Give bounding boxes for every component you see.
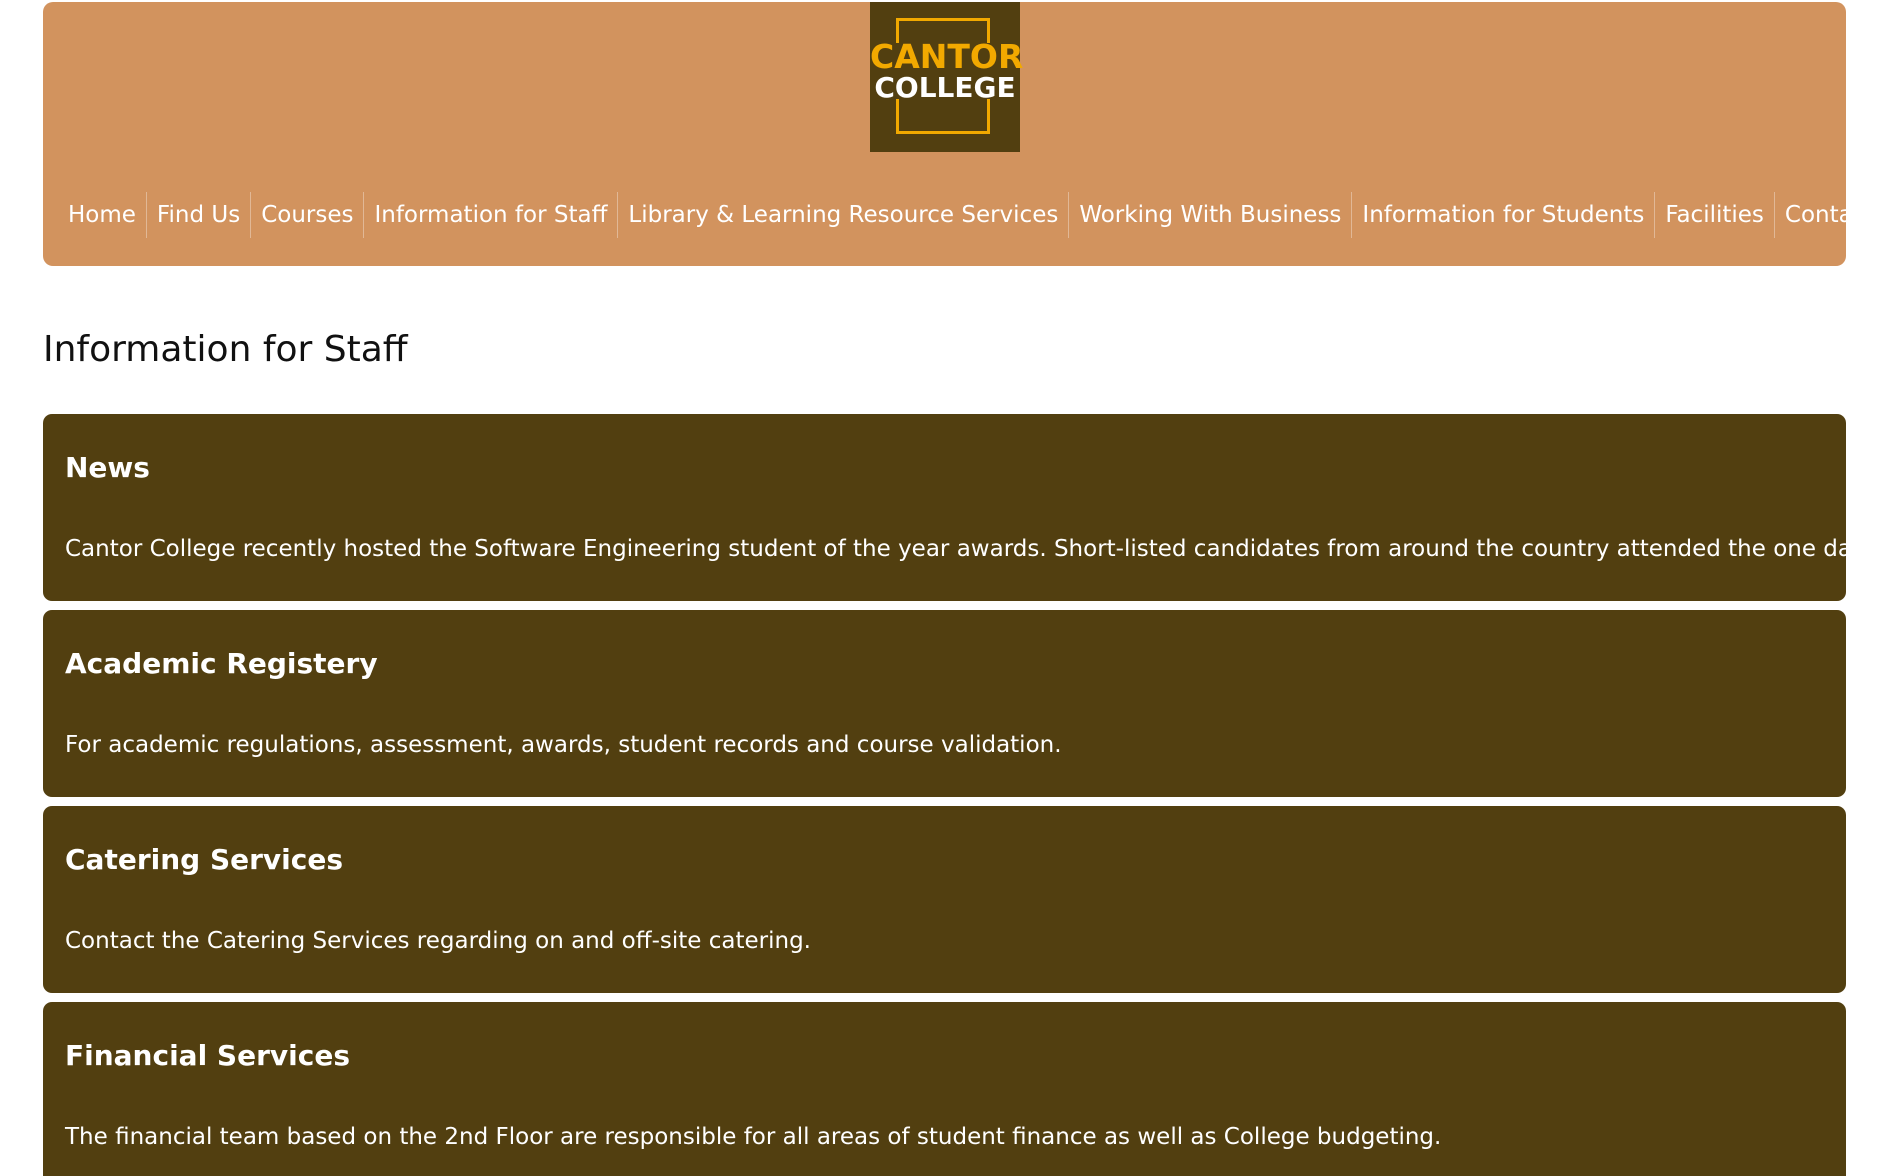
- card-title: News: [65, 451, 150, 484]
- nav-item-contact-us[interactable]: Contact Us: [1773, 192, 1891, 238]
- card-academic-registery: Academic Registery For academic regulati…: [43, 610, 1846, 797]
- card-catering-services: Catering Services Contact the Catering S…: [43, 806, 1846, 993]
- nav-item-information-for-students[interactable]: Information for Students: [1351, 192, 1654, 238]
- logo-text-college: COLLEGE: [874, 71, 1016, 104]
- card-title: Financial Services: [65, 1039, 350, 1072]
- nav-item-information-for-staff[interactable]: Information for Staff: [363, 192, 617, 238]
- card-text: The financial team based on the 2nd Floo…: [65, 1124, 1442, 1150]
- logo-text-cantor: CANTOR: [870, 37, 1024, 76]
- nav-item-facilities[interactable]: Facilities: [1654, 192, 1774, 238]
- card-title: Catering Services: [65, 843, 344, 876]
- nav-item-library-learning-resource-services[interactable]: Library & Learning Resource Services: [617, 192, 1068, 238]
- card-text: Cantor College recently hosted the Softw…: [65, 536, 1891, 562]
- page-title: Information for Staff: [43, 329, 408, 370]
- card-news: News Cantor College recently hosted the …: [43, 414, 1891, 601]
- card-text: Contact the Catering Services regarding …: [65, 928, 811, 954]
- nav-item-courses[interactable]: Courses: [250, 192, 363, 238]
- card-financial-services: Financial Services The financial team ba…: [43, 1002, 1846, 1176]
- site-header: CANTOR COLLEGE Home Find Us Courses Info…: [43, 2, 1891, 266]
- page: CANTOR COLLEGE Home Find Us Courses Info…: [0, 0, 1891, 1176]
- college-logo[interactable]: CANTOR COLLEGE: [870, 2, 1024, 152]
- main-navigation: Home Find Us Courses Information for Sta…: [58, 192, 1891, 238]
- nav-item-working-with-business[interactable]: Working With Business: [1068, 192, 1351, 238]
- card-title: Academic Registery: [65, 647, 378, 680]
- nav-item-home[interactable]: Home: [58, 192, 146, 238]
- card-text: For academic regulations, assessment, aw…: [65, 732, 1062, 758]
- nav-item-find-us[interactable]: Find Us: [145, 192, 250, 238]
